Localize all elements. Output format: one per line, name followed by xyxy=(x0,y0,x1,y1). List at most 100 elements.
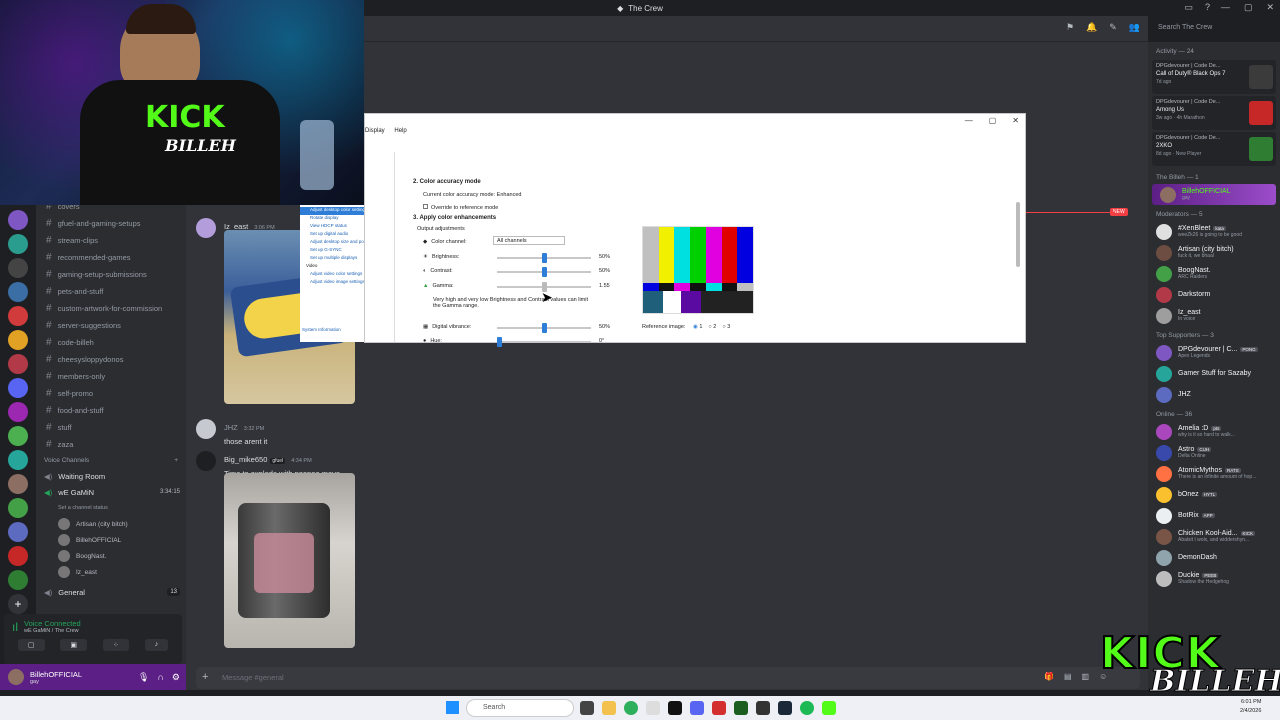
server-icon[interactable] xyxy=(8,546,28,566)
digital-vibrance-slider[interactable] xyxy=(497,323,591,333)
channel-item[interactable]: # gaming-setup-submissions xyxy=(36,266,186,283)
file-explorer-icon[interactable] xyxy=(602,701,616,715)
screenshare-icon[interactable]: ▣ xyxy=(60,639,88,651)
discord-icon[interactable] xyxy=(690,701,704,715)
voice-channel-active[interactable]: ◀) wE GaMiN 3:34:15 xyxy=(36,484,186,500)
menu-display[interactable]: Display xyxy=(365,128,385,134)
brightness-thumb[interactable] xyxy=(541,253,547,263)
voice-channel-general[interactable]: ◀) General 13 xyxy=(36,584,186,600)
member-item[interactable]: Astro CUH Delta Online xyxy=(1148,442,1280,463)
hue-thumb[interactable] xyxy=(497,337,502,347)
member-item[interactable]: JHZ xyxy=(1148,384,1280,405)
member-item[interactable]: Iz_east In voice xyxy=(1148,305,1280,326)
headphones-icon[interactable]: ∩ xyxy=(157,672,163,683)
reference-radio-1[interactable]: ◉ 1 xyxy=(693,324,702,330)
video-icon[interactable]: ▢ xyxy=(17,639,45,651)
add-server-icon[interactable]: + xyxy=(8,594,28,614)
message-author[interactable]: JHZ xyxy=(224,423,238,432)
gamma-slider[interactable] xyxy=(497,282,591,292)
chrome-icon[interactable] xyxy=(624,701,638,715)
channel-item[interactable]: # zaza xyxy=(36,436,186,453)
channel-item[interactable]: # server-suggestions xyxy=(36,317,186,334)
soundboard-icon[interactable]: ♪ xyxy=(144,639,169,651)
channel-item[interactable]: # stream-clips xyxy=(36,232,186,249)
channel-status-placeholder[interactable]: Set a channel status xyxy=(36,500,186,516)
channel-item[interactable]: # members-only xyxy=(36,368,186,385)
member-item[interactable]: BotRix APP xyxy=(1148,505,1280,526)
help-icon[interactable]: ? xyxy=(1205,2,1210,13)
member-item[interactable]: AtomicMythos RATS There is an infinite amo… xyxy=(1148,463,1280,484)
server-icon[interactable] xyxy=(8,258,28,278)
brightness-slider[interactable] xyxy=(497,253,591,263)
channel-item[interactable]: # recommended-games xyxy=(36,249,186,266)
hue-slider[interactable] xyxy=(497,337,591,347)
nav-item[interactable]: Set up digital audio xyxy=(300,231,364,239)
activity-card[interactable]: DPGdevourer | Code De... 2XKO 8d ago · New… xyxy=(1152,132,1276,166)
digital-vibrance-thumb[interactable] xyxy=(541,323,547,333)
channel-item[interactable]: # code-billeh xyxy=(36,334,186,351)
menu-help[interactable]: Help xyxy=(394,128,406,134)
reference-radio-2[interactable]: ○ 2 xyxy=(708,324,716,330)
kick-icon[interactable] xyxy=(822,701,836,715)
app-icon[interactable] xyxy=(668,701,682,715)
server-icon[interactable] xyxy=(8,234,28,254)
pin-icon[interactable]: ✎ xyxy=(1109,22,1117,33)
server-icon[interactable] xyxy=(8,474,28,494)
server-icon[interactable] xyxy=(8,330,28,350)
channel-item[interactable]: # stuff xyxy=(36,419,186,436)
member-item[interactable]: Gamer Stuff for Sazaby xyxy=(1148,363,1280,384)
voice-section-header[interactable]: Voice Channels + xyxy=(36,453,186,468)
start-windows-icon[interactable] xyxy=(446,701,459,714)
nav-item[interactable]: View HDCP status xyxy=(300,223,364,231)
nav-item[interactable]: Rotate display xyxy=(300,215,364,223)
add-channel-icon[interactable]: + xyxy=(174,457,178,464)
server-icon[interactable] xyxy=(8,402,28,422)
voice-channel-waiting-room[interactable]: ◀) Waiting Room xyxy=(36,468,186,484)
color-channel-select[interactable]: All channels xyxy=(493,236,565,245)
channel-item[interactable]: # gfuel-and-gaming-setups xyxy=(36,215,186,232)
member-item[interactable]: Artisan (city bitch) fuck it, we bhaal xyxy=(1148,242,1280,263)
activity-card[interactable]: DPGdevourer | Code De... Among Us 3w ago ·… xyxy=(1152,96,1276,130)
member-item[interactable]: BoogNast. ARC Raiders xyxy=(1148,263,1280,284)
contrast-slider[interactable] xyxy=(497,267,591,277)
gif-icon[interactable]: ▤ xyxy=(1064,672,1072,681)
nav-item[interactable]: Set up G-SYNC xyxy=(300,247,364,255)
member-item[interactable]: bOnez HYTL xyxy=(1148,484,1280,505)
sticker-icon[interactable]: ▥ xyxy=(1082,672,1090,681)
server-icon[interactable] xyxy=(8,354,28,374)
spotify-icon[interactable] xyxy=(800,701,814,715)
avatar[interactable] xyxy=(8,669,24,685)
channel-item[interactable]: # custom-artwork-for-commission xyxy=(36,300,186,317)
member-item[interactable]: Amelia :D pts why is it so hard to walk... xyxy=(1148,421,1280,442)
reference-radio-3[interactable]: ○ 3 xyxy=(722,324,730,330)
server-icon[interactable] xyxy=(8,306,28,326)
override-checkbox[interactable]: Override to reference mode xyxy=(423,204,498,211)
notification-bell-icon[interactable]: 🔔 xyxy=(1086,22,1097,33)
nav-item[interactable]: Set up multiple displays xyxy=(300,255,364,263)
channel-item[interactable]: # pets-and-stuff xyxy=(36,283,186,300)
server-icon[interactable] xyxy=(8,378,28,398)
member-item[interactable]: DemonDash xyxy=(1148,547,1280,568)
member-billehofficial[interactable]: BillehOFFICIAL gay xyxy=(1152,184,1276,205)
avatar[interactable] xyxy=(196,218,216,238)
member-item[interactable]: Chicken Kool-Aid... KICK Abalsit I wolx, a… xyxy=(1148,526,1280,547)
contrast-thumb[interactable] xyxy=(541,267,547,277)
app-icon[interactable] xyxy=(756,701,770,715)
voice-user[interactable]: BoogNast. xyxy=(36,548,186,564)
app-icon[interactable] xyxy=(646,701,660,715)
taskbar-search[interactable]: Search xyxy=(466,699,574,717)
microphone-icon[interactable]: 🎙 xyxy=(138,672,149,683)
dialog-maximize-button[interactable]: ▢ xyxy=(989,116,997,125)
server-icon[interactable] xyxy=(8,426,28,446)
members-icon[interactable]: 👥 xyxy=(1129,22,1140,33)
activities-icon[interactable]: ⁘ xyxy=(102,639,129,651)
system-information-link[interactable]: System Information xyxy=(300,327,364,335)
search-input[interactable]: Search The Crew xyxy=(1152,20,1272,36)
server-icon[interactable] xyxy=(8,522,28,542)
member-item[interactable]: #XenBleet kata weeZk26 is going to be good xyxy=(1148,221,1280,242)
dialog-scrollbar[interactable] xyxy=(1016,202,1020,267)
server-icon[interactable] xyxy=(8,570,28,590)
add-attachment-icon[interactable]: + xyxy=(202,671,208,683)
maximize-button[interactable]: ▢ xyxy=(1244,2,1253,13)
nav-item[interactable]: Adjust desktop size and position xyxy=(300,239,374,247)
